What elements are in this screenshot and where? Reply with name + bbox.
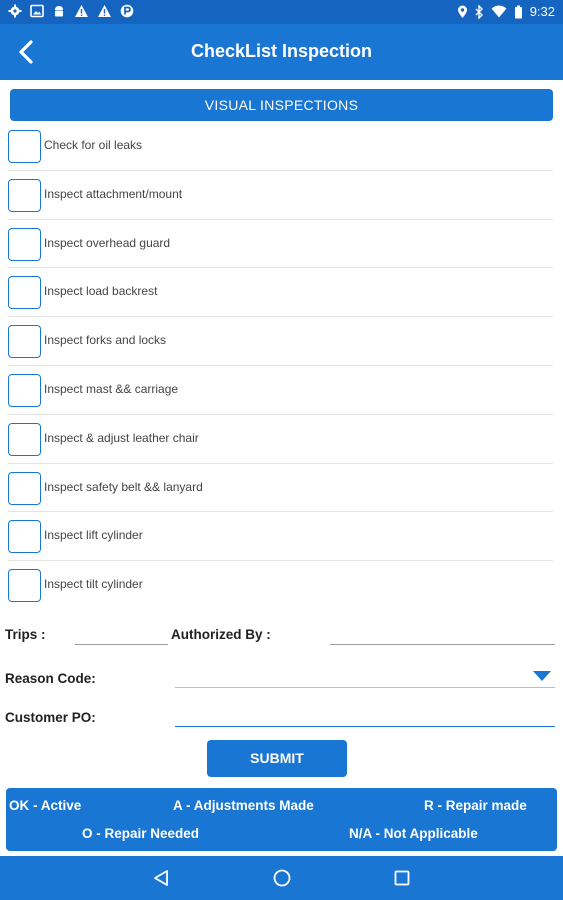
page-title: CheckList Inspection bbox=[190, 41, 373, 61]
system-icons: 9:32 bbox=[457, 4, 555, 19]
checklist-item: Inspect overhead guard bbox=[0, 220, 563, 269]
parking-icon bbox=[120, 4, 134, 18]
checklist-item: Check for oil leaks bbox=[0, 122, 563, 171]
bluetooth-icon bbox=[475, 4, 484, 19]
section-header: VISUAL INSPECTIONS bbox=[10, 89, 553, 121]
dropdown-arrow-icon bbox=[533, 671, 551, 681]
checklist-checkbox[interactable] bbox=[8, 520, 41, 554]
checklist-checkbox[interactable] bbox=[8, 178, 41, 212]
checklist-label: Inspect safety belt && lanyard bbox=[44, 479, 203, 494]
authorized-by-input[interactable] bbox=[330, 623, 555, 645]
settings-icon bbox=[8, 4, 22, 18]
nav-home-button[interactable] bbox=[270, 866, 294, 890]
checklist-item: Inspect lift cylinder bbox=[0, 512, 563, 562]
checklist-item: Inspect forks and locks bbox=[0, 317, 563, 366]
checklist-item: Inspect load backrest bbox=[0, 268, 563, 318]
checklist-label: Inspect lift cylinder bbox=[44, 528, 143, 543]
customer-po-input[interactable] bbox=[175, 705, 555, 727]
checklist-label: Inspect load backrest bbox=[44, 284, 158, 299]
checklist-checkbox[interactable] bbox=[8, 276, 41, 310]
checklist-item: Inspect safety belt && lanyard bbox=[0, 464, 563, 513]
warning-icon bbox=[97, 4, 112, 18]
checklist-label: Inspect attachment/mount bbox=[44, 186, 183, 201]
customer-po-label: Customer PO: bbox=[5, 710, 96, 725]
legend-repair-needed: O - Repair Needed bbox=[82, 826, 200, 841]
trips-input[interactable] bbox=[75, 623, 168, 645]
status-legend: OK - Active A - Adjustments Made R - Rep… bbox=[6, 788, 557, 851]
checklist-checkbox[interactable] bbox=[8, 569, 41, 603]
checklist-label: Check for oil leaks bbox=[44, 138, 143, 152]
checklist-checkbox[interactable] bbox=[8, 130, 41, 163]
reason-code-select[interactable] bbox=[175, 664, 555, 688]
nav-recents-button[interactable] bbox=[390, 866, 414, 890]
system-nav-bar bbox=[0, 856, 563, 900]
reason-code-label: Reason Code: bbox=[5, 671, 96, 686]
nav-back-button[interactable] bbox=[149, 866, 173, 890]
trips-label: Trips : bbox=[5, 627, 46, 642]
submit-button[interactable]: SUBMIT bbox=[207, 740, 347, 777]
checklist-item: Inspect mast && carriage bbox=[0, 366, 563, 415]
checklist-checkbox[interactable] bbox=[8, 471, 41, 505]
checklist-label: Inspect tilt cylinder bbox=[44, 577, 143, 592]
checklist-checkbox[interactable] bbox=[8, 422, 41, 456]
wifi-icon bbox=[491, 5, 507, 18]
clock: 9:32 bbox=[529, 4, 555, 19]
image-icon bbox=[30, 4, 44, 18]
checklist-label: Inspect forks and locks bbox=[44, 333, 167, 348]
checklist-item: Inspect attachment/mount bbox=[0, 171, 563, 220]
checklist-item: Inspect tilt cylinder bbox=[0, 561, 563, 610]
battery-icon bbox=[514, 5, 523, 19]
location-icon bbox=[457, 5, 468, 19]
square-recents-icon bbox=[394, 870, 410, 886]
checklist-label: Inspect mast && carriage bbox=[44, 381, 179, 396]
legend-repair-made: R - Repair made bbox=[424, 798, 527, 813]
legend-adjustments: A - Adjustments Made bbox=[173, 798, 314, 813]
legend-ok: OK - Active bbox=[9, 798, 82, 813]
android-icon bbox=[52, 4, 66, 18]
legend-not-applicable: N/A - Not Applicable bbox=[349, 826, 478, 841]
checklist-checkbox[interactable] bbox=[8, 325, 41, 359]
inspection-checklist: Check for oil leaks Inspect attachment/m… bbox=[0, 122, 563, 610]
checklist-label: Inspect overhead guard bbox=[44, 235, 171, 250]
checklist-checkbox[interactable] bbox=[8, 227, 41, 261]
authorized-by-label: Authorized By : bbox=[171, 627, 271, 642]
notification-icons bbox=[8, 4, 134, 18]
checklist-label: Inspect & adjust leather chair bbox=[44, 430, 199, 445]
status-bar: 9:32 bbox=[0, 0, 563, 24]
triangle-back-icon bbox=[154, 870, 168, 886]
checklist-checkbox[interactable] bbox=[8, 373, 41, 407]
checklist-item: Inspect & adjust leather chair bbox=[0, 415, 563, 464]
warning-icon bbox=[74, 4, 89, 18]
app-bar: CheckList Inspection bbox=[0, 24, 563, 80]
circle-home-icon bbox=[273, 869, 291, 887]
